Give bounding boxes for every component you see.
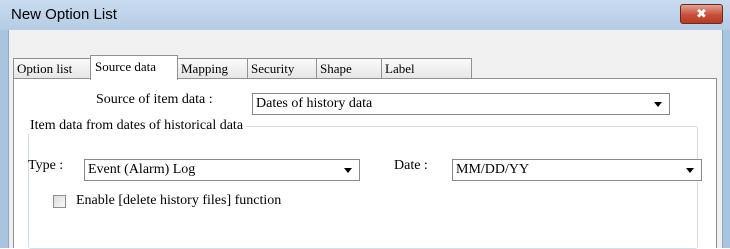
source-data-panel: Source of item data : Dates of history d… [13,78,717,249]
tab-strip: Option list Source data Mapping Security… [13,55,717,80]
enable-delete-history-checkbox[interactable] [53,195,66,208]
title-bar[interactable]: New Option List ✖ [0,0,730,30]
source-of-item-data-label: Source of item data : [96,92,213,107]
dialog-client-area: Option list Source data Mapping Security… [8,30,723,249]
type-select[interactable]: Event (Alarm) Log [84,159,360,181]
type-label: Type : [28,158,64,173]
chevron-down-icon [344,168,352,173]
tab-option-list[interactable]: Option list [13,58,91,79]
window-title: New Option List [11,6,117,23]
tab-shape[interactable]: Shape [316,58,382,79]
chevron-down-icon [654,102,662,107]
tab-label[interactable]: Label [381,58,472,79]
close-icon: ✖ [696,6,707,22]
tab-source-data[interactable]: Source data [90,55,178,80]
close-button[interactable]: ✖ [680,4,723,24]
tab-mapping[interactable]: Mapping [177,58,248,79]
type-value: Event (Alarm) Log [88,162,196,177]
tab-security[interactable]: Security [247,58,317,79]
date-format-value: MM/DD/YY [456,162,530,177]
source-of-item-data-value: Dates of history data [256,96,373,111]
enable-delete-history-label[interactable]: Enable [delete history files] function [76,193,281,209]
source-of-item-data-select[interactable]: Dates of history data [252,93,670,115]
date-format-select[interactable]: MM/DD/YY [452,159,702,181]
historical-data-group-title: Item data from dates of historical data [28,118,247,134]
historical-data-group [28,126,698,249]
date-label: Date : [394,158,428,173]
dialog-window: New Option List ✖ Option list Source dat… [0,0,730,249]
chevron-down-icon [686,168,694,173]
